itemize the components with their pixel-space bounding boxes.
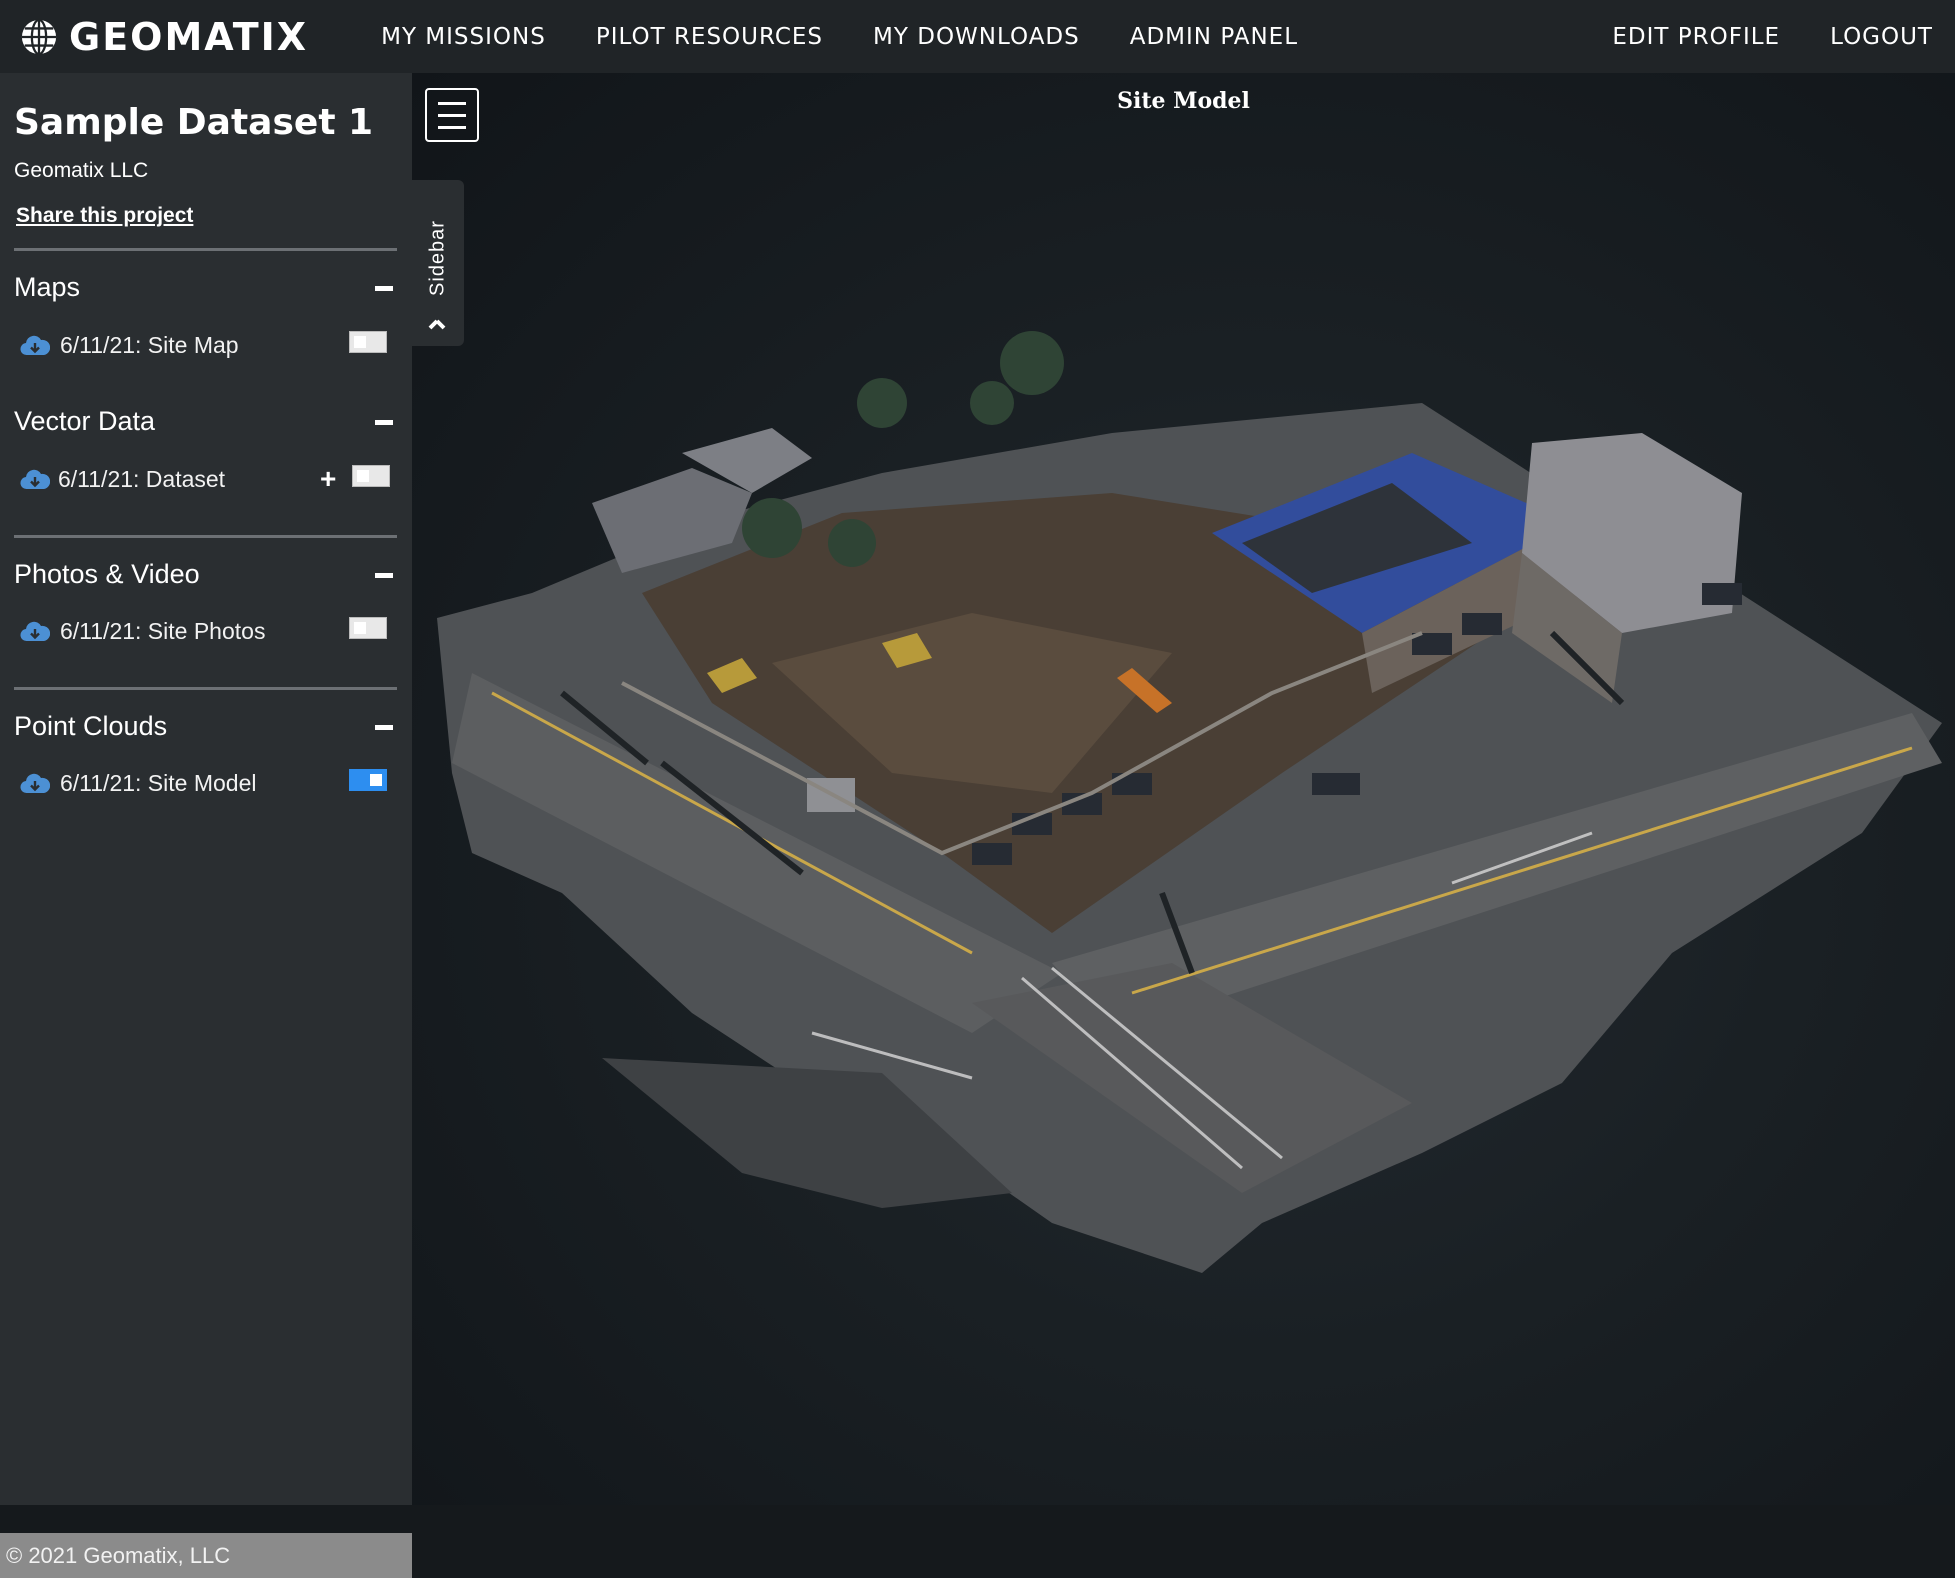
plus-icon[interactable]: + <box>320 465 336 493</box>
cloud-download-icon[interactable] <box>20 772 50 796</box>
site-model-point-cloud[interactable] <box>412 73 1955 1505</box>
brand-name: GEOMATIX <box>69 14 309 59</box>
layer-label: 6/11/21: Site Model <box>60 770 257 796</box>
collapse-photos-video-minus-icon[interactable] <box>375 573 393 578</box>
nav-pilot-resources[interactable]: PILOT RESOURCES <box>571 24 848 50</box>
layer-item-dataset: 6/11/21: Dataset + <box>20 464 400 498</box>
nav-my-missions[interactable]: MY MISSIONS <box>356 24 571 50</box>
section-title-maps: Maps <box>14 272 81 302</box>
nav-admin-panel[interactable]: ADMIN PANEL <box>1105 24 1323 50</box>
collapse-maps-minus-icon[interactable] <box>375 286 393 291</box>
cloud-download-icon[interactable] <box>20 620 50 644</box>
layer-visibility-toggle[interactable] <box>349 331 387 353</box>
sidebar-toggle-tab[interactable]: Sidebar <box>412 180 464 346</box>
divider <box>14 248 397 251</box>
nav-logout[interactable]: LOGOUT <box>1780 24 1933 50</box>
project-sidebar: Sample Dataset 1 Geomatix LLC Share this… <box>0 73 412 1578</box>
layer-item-site-photos: 6/11/21: Site Photos <box>20 616 400 650</box>
collapse-point-clouds-minus-icon[interactable] <box>375 725 393 730</box>
nav-my-downloads[interactable]: MY DOWNLOADS <box>848 24 1105 50</box>
divider <box>14 687 397 690</box>
top-navigation-bar: GEOMATIX MY MISSIONS PILOT RESOURCES MY … <box>0 0 1955 73</box>
layer-item-site-model: 6/11/21: Site Model <box>20 768 400 802</box>
footer-copyright: © 2021 Geomatix, LLC <box>0 1533 412 1578</box>
organization-name: Geomatix LLC <box>14 159 149 182</box>
point-cloud-viewer[interactable]: Site Model Sidebar <box>412 73 1955 1505</box>
cloud-download-icon[interactable] <box>20 468 50 492</box>
layer-visibility-toggle[interactable] <box>349 769 387 791</box>
brand-logo[interactable]: GEOMATIX <box>20 15 308 59</box>
globe-icon <box>21 18 57 55</box>
share-project-link[interactable]: Share this project <box>16 204 193 228</box>
divider <box>14 535 397 538</box>
layer-label: 6/11/21: Site Map <box>60 332 239 358</box>
copyright-text: © 2021 Geomatix, LLC <box>6 1543 231 1568</box>
nav-edit-profile[interactable]: EDIT PROFILE <box>1562 24 1780 50</box>
layer-label: 6/11/21: Dataset <box>58 466 226 492</box>
section-title-vector-data: Vector Data <box>14 406 156 436</box>
section-title-photos-video: Photos & Video <box>14 559 200 589</box>
collapse-vector-data-minus-icon[interactable] <box>375 420 393 425</box>
cloud-download-icon[interactable] <box>20 334 50 358</box>
layer-visibility-toggle[interactable] <box>349 617 387 639</box>
project-title: Sample Dataset 1 <box>14 102 374 143</box>
viewer-title: Site Model <box>1117 88 1250 114</box>
layer-label: 6/11/21: Site Photos <box>60 618 266 644</box>
layer-visibility-toggle[interactable] <box>352 465 390 487</box>
section-title-point-clouds: Point Clouds <box>14 711 168 741</box>
chevron-left-icon <box>428 319 446 330</box>
sidebar-tab-label: Sidebar <box>426 220 449 296</box>
layer-item-site-map: 6/11/21: Site Map <box>20 330 400 364</box>
